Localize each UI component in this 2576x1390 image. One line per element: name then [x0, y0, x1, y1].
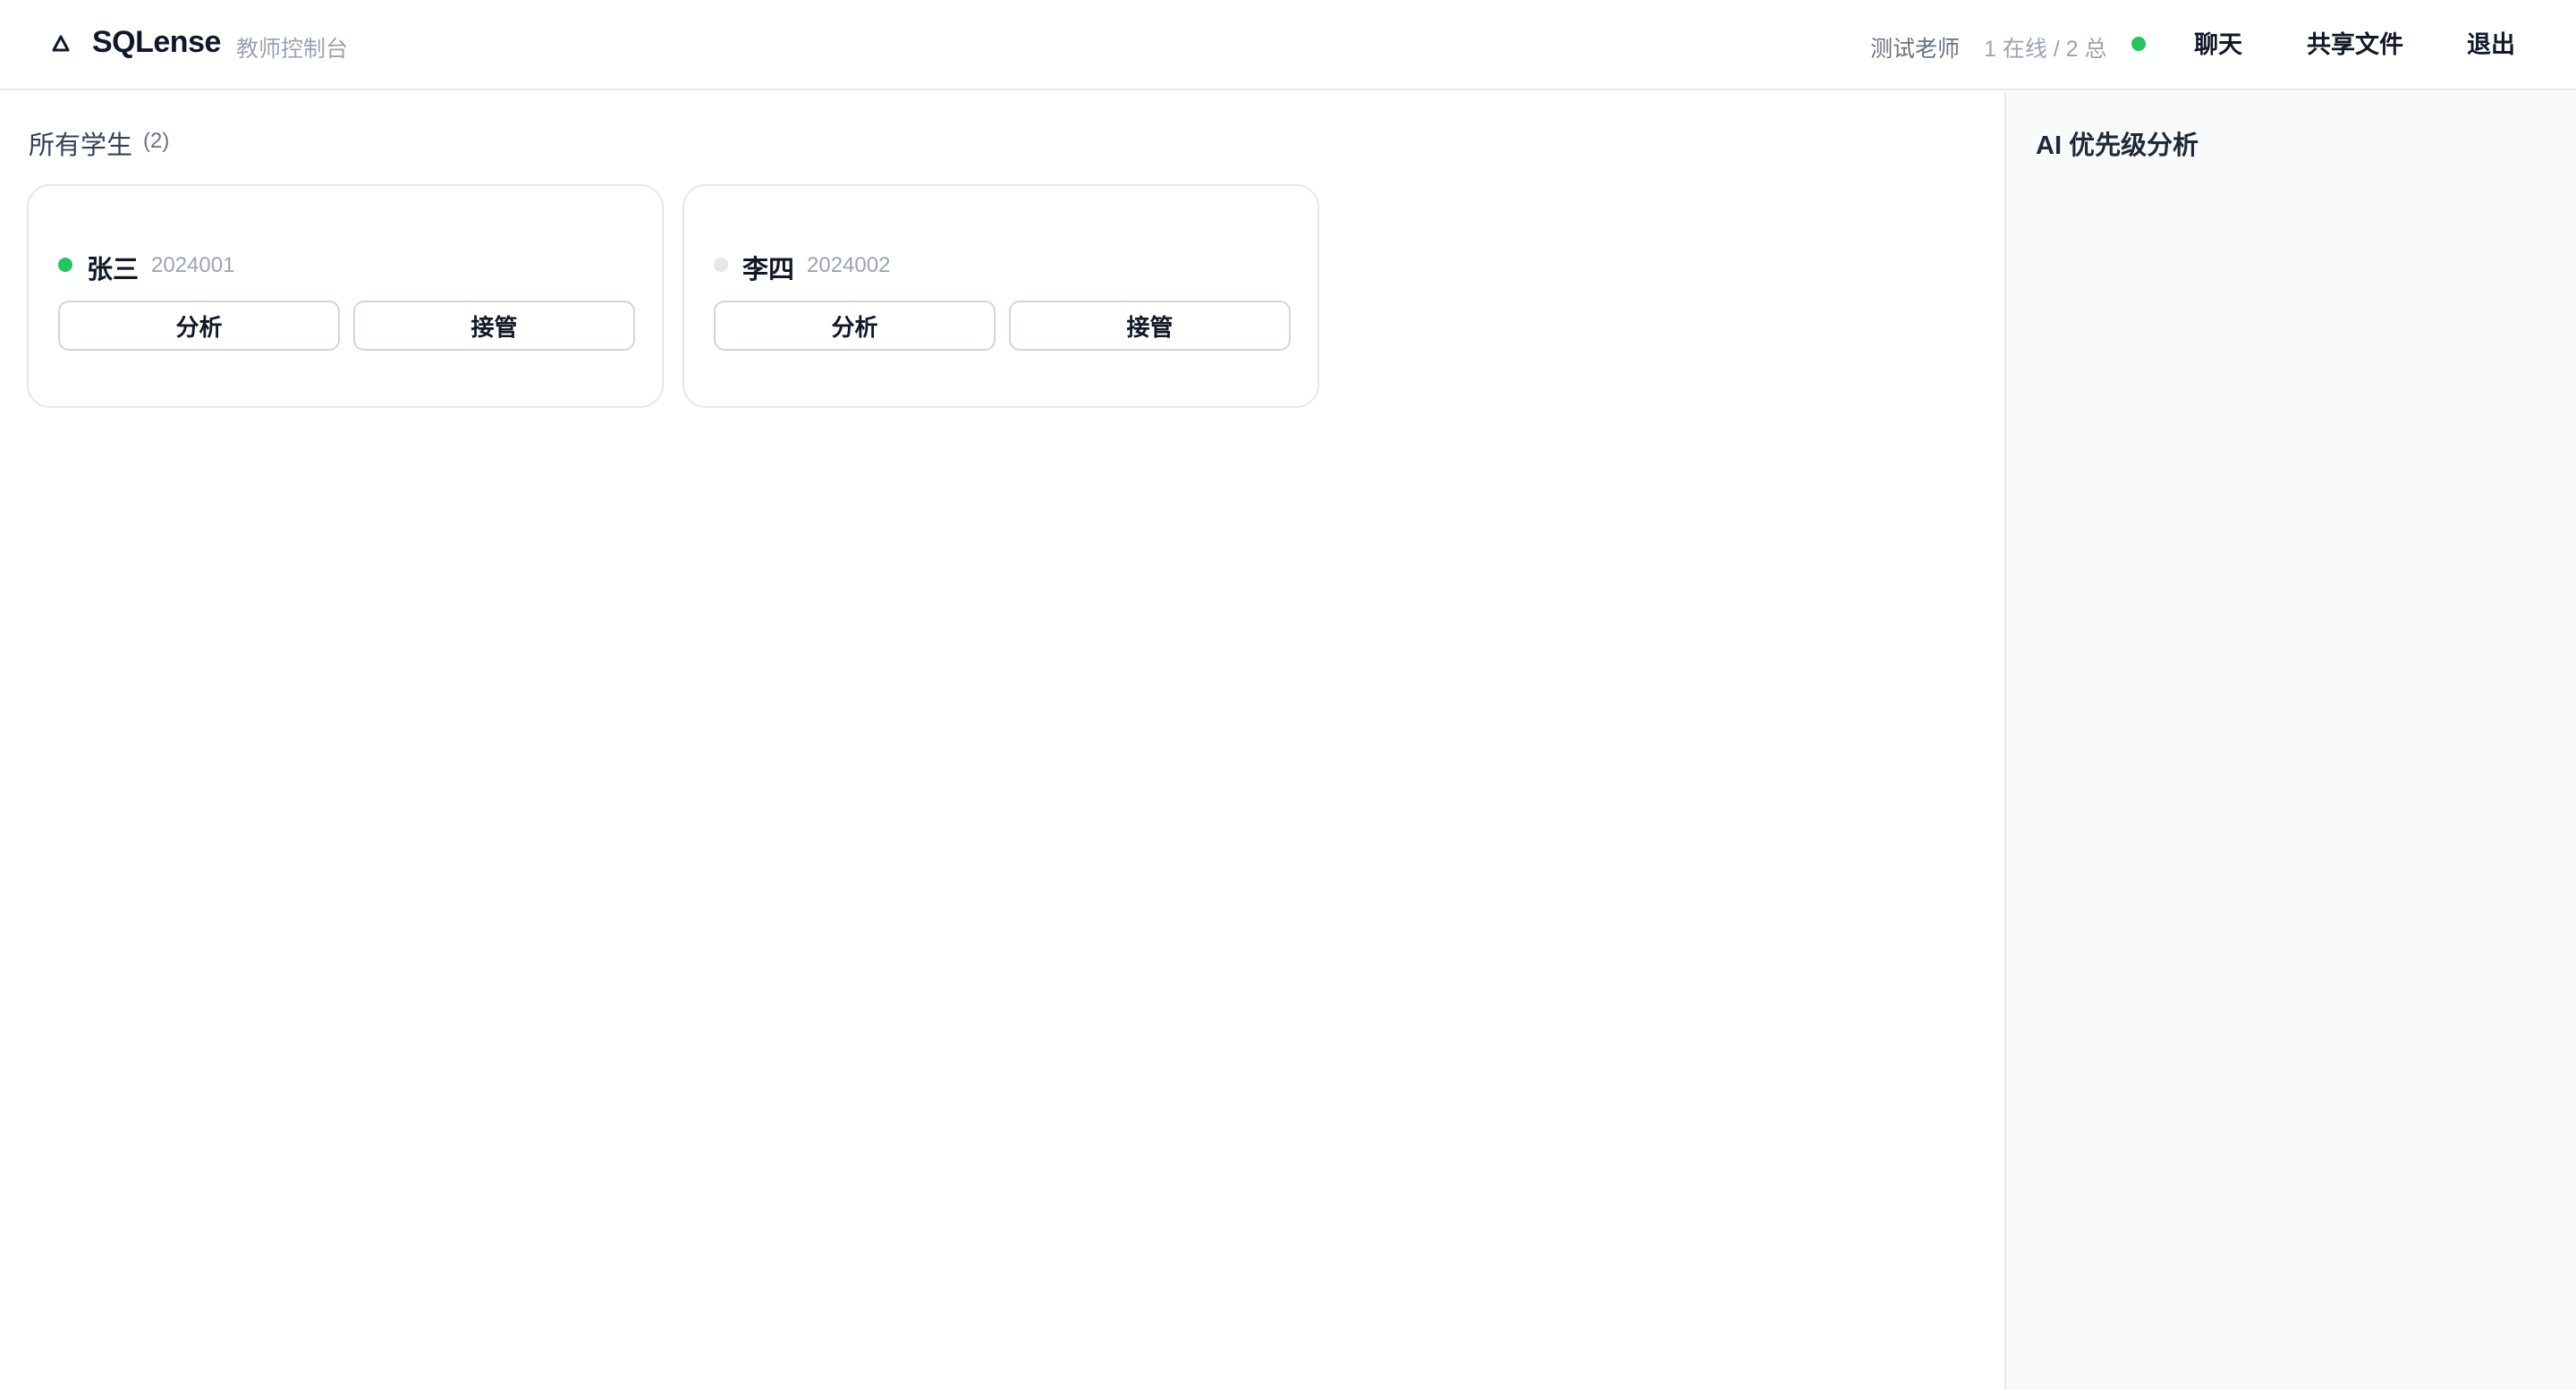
students-panel: 所有学生 (2) 张三 2024001 分析 接管 李四 2024002 分析 … [0, 92, 2004, 1390]
offline-status-dot [714, 258, 728, 272]
connection-status-dot [2131, 37, 2146, 51]
student-card: 李四 2024002 分析 接管 [682, 184, 1319, 408]
student-id: 2024002 [807, 253, 891, 277]
online-status-dot [58, 258, 72, 272]
takeover-button[interactable]: 接管 [1009, 301, 1291, 351]
teacher-name: 测试老师 [1870, 37, 1961, 62]
triangle-logo-icon [51, 34, 71, 54]
student-name: 李四 [742, 256, 795, 284]
shared-files-button[interactable]: 共享文件 [2299, 21, 2411, 68]
student-name: 张三 [87, 256, 140, 284]
student-card: 张三 2024001 分析 接管 [27, 184, 664, 408]
takeover-button[interactable]: 接管 [353, 301, 635, 351]
top-bar: SQLense 教师控制台 测试老师 1 在线 / 2 总 聊天 共享文件 退出 [0, 0, 2576, 90]
chat-button[interactable]: 聊天 [2182, 21, 2254, 68]
analyze-button[interactable]: 分析 [58, 301, 340, 351]
ai-panel-title: AI 优先级分析 [2036, 131, 2199, 160]
brand-name: SQLense [92, 25, 221, 59]
logout-button[interactable]: 退出 [2455, 21, 2527, 68]
analyze-button[interactable]: 分析 [714, 301, 996, 351]
student-count: (2) [143, 129, 170, 153]
section-title: 所有学生 [29, 131, 133, 160]
online-summary: 1 在线 / 2 总 [1984, 37, 2107, 62]
brand-subtitle: 教师控制台 [236, 37, 349, 62]
ai-priority-panel: AI 优先级分析 [2004, 92, 2576, 1390]
student-id: 2024001 [151, 253, 235, 277]
